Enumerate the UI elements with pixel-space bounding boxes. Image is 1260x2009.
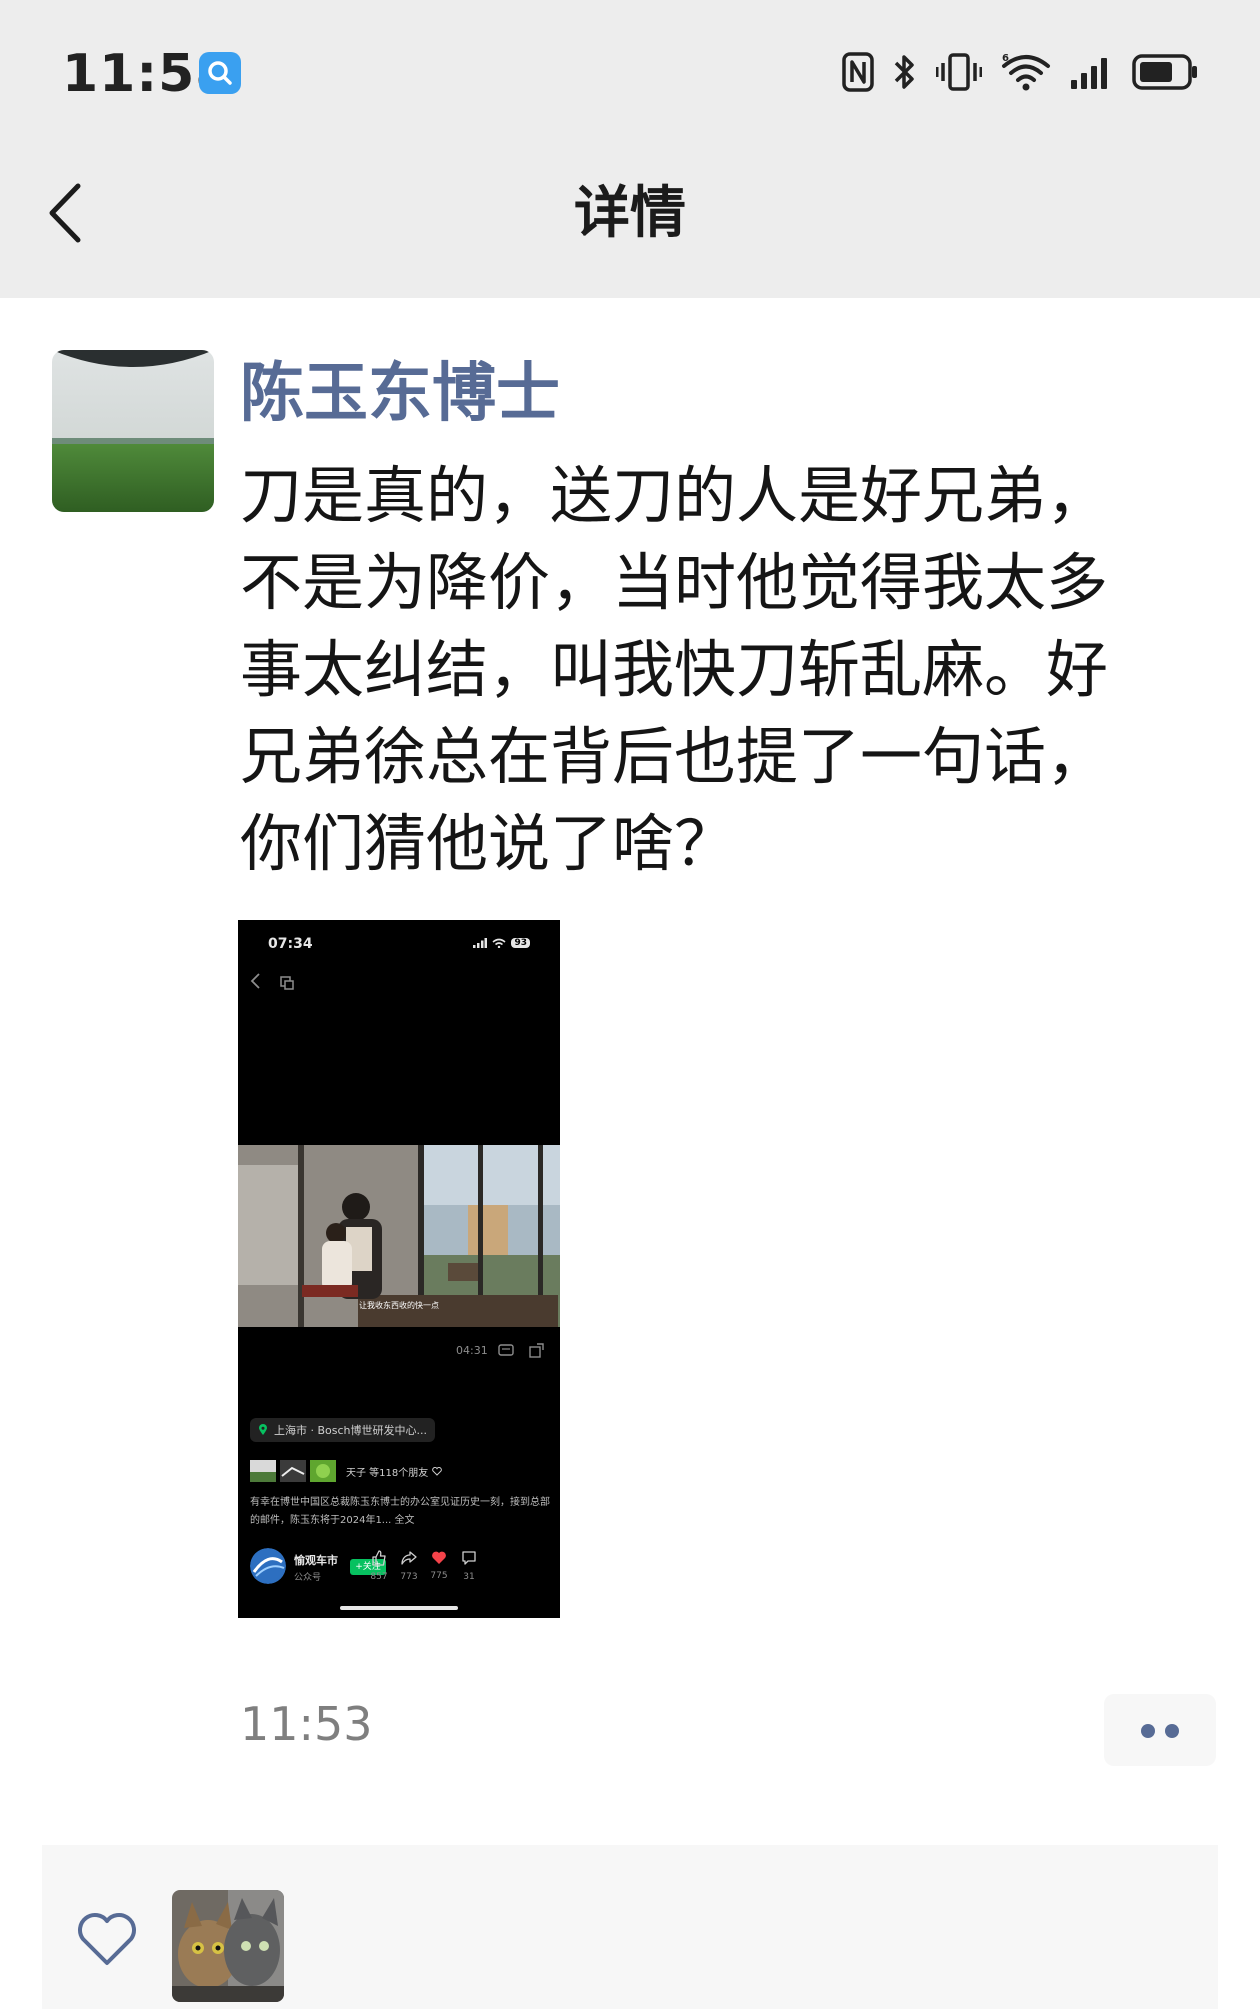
embedded-like-action: 857 (364, 1550, 394, 1582)
vibrate-icon (936, 53, 982, 91)
embedded-heart-action: 775 (424, 1550, 454, 1581)
liker-avatar[interactable] (172, 1890, 284, 2002)
publisher-avatar (250, 1548, 286, 1584)
author-avatar[interactable] (52, 350, 214, 512)
embedded-fullscreen-icon (529, 1343, 544, 1358)
embedded-window-icon (280, 976, 294, 990)
nfc-icon (842, 52, 874, 92)
embedded-danmaku-icon (498, 1344, 514, 1356)
publisher-name: 愉观车市 (294, 1554, 338, 1567)
svg-text:6: 6 (1002, 53, 1009, 64)
friend-thumb (250, 1460, 276, 1482)
comment-count: 31 (463, 1572, 475, 1582)
embedded-video-caption: 让我收东西收的快一点 (359, 1301, 439, 1310)
heart-small-icon (432, 1466, 443, 1476)
embedded-video-duration: 04:31 (456, 1344, 488, 1357)
author-name[interactable]: 陈玉东博士 (240, 352, 560, 436)
embedded-wifi-icon (492, 938, 506, 948)
embedded-back-icon (250, 973, 260, 989)
signal-icon (1071, 58, 1107, 89)
post-image[interactable]: 07:34 93 让我收东西收的快一点 04:31 上海市 · Bosch博世研… (238, 920, 560, 1618)
embedded-status-time: 07:34 (268, 936, 313, 952)
embedded-battery: 93 (511, 938, 530, 948)
heart-count: 775 (430, 1571, 448, 1581)
page-title: 详情 (574, 181, 686, 246)
embedded-share-action: 773 (394, 1550, 424, 1582)
thumbs-up-icon (372, 1550, 386, 1566)
bluetooth-icon (894, 55, 914, 89)
heart-outline-icon (78, 1913, 136, 1965)
post-text: 刀是真的，送刀的人是好兄弟， 不是为降价，当时他觉得我太多 事太纠结，叫我快刀斩… (240, 459, 1109, 880)
location-pin-icon (259, 1424, 267, 1435)
like-count: 857 (370, 1572, 388, 1582)
top-bar: 11:58 6 详情 (0, 0, 1260, 298)
heart-filled-icon (432, 1551, 446, 1564)
moments-detail-page: 11:58 6 详情 陈玉东博士 刀是真的，送刀的人是好兄弟， 不是为降价，当时… (0, 0, 1260, 2009)
share-count: 773 (400, 1572, 418, 1582)
embedded-friends-row: 天子 等118个朋友 (250, 1460, 443, 1482)
search-app-icon (199, 52, 241, 94)
embedded-comment-action: 31 (454, 1550, 484, 1582)
embedded-signal-icon (473, 938, 488, 948)
wifi-icon: 6 (1002, 53, 1050, 91)
comment-icon (462, 1551, 476, 1565)
embedded-location-text: 上海市 · Bosch博世研发中心... (274, 1424, 428, 1437)
likes-section (42, 1845, 1218, 2009)
status-icons: 6 (842, 48, 1198, 96)
friend-thumb (310, 1460, 336, 1482)
embedded-status-icons: 93 (473, 938, 530, 948)
battery-icon (1132, 54, 1197, 90)
embedded-description: 有幸在博世中国区总裁陈玉东博士的办公室见证历史一刻，接到总部的邮件，陈玉东将于2… (250, 1497, 550, 1526)
friend-thumb (280, 1460, 306, 1482)
publisher-type: 公众号 (294, 1573, 322, 1583)
more-actions-button[interactable] (1104, 1694, 1216, 1766)
embedded-home-indicator (340, 1606, 458, 1610)
post-time: 11:53 (240, 1697, 373, 1751)
embedded-location-tag: 上海市 · Bosch博世研发中心... (250, 1418, 436, 1442)
embedded-video: 让我收东西收的快一点 (238, 1145, 560, 1327)
share-icon (401, 1551, 417, 1565)
embedded-friends-text: 天子 等118个朋友 (346, 1467, 429, 1479)
